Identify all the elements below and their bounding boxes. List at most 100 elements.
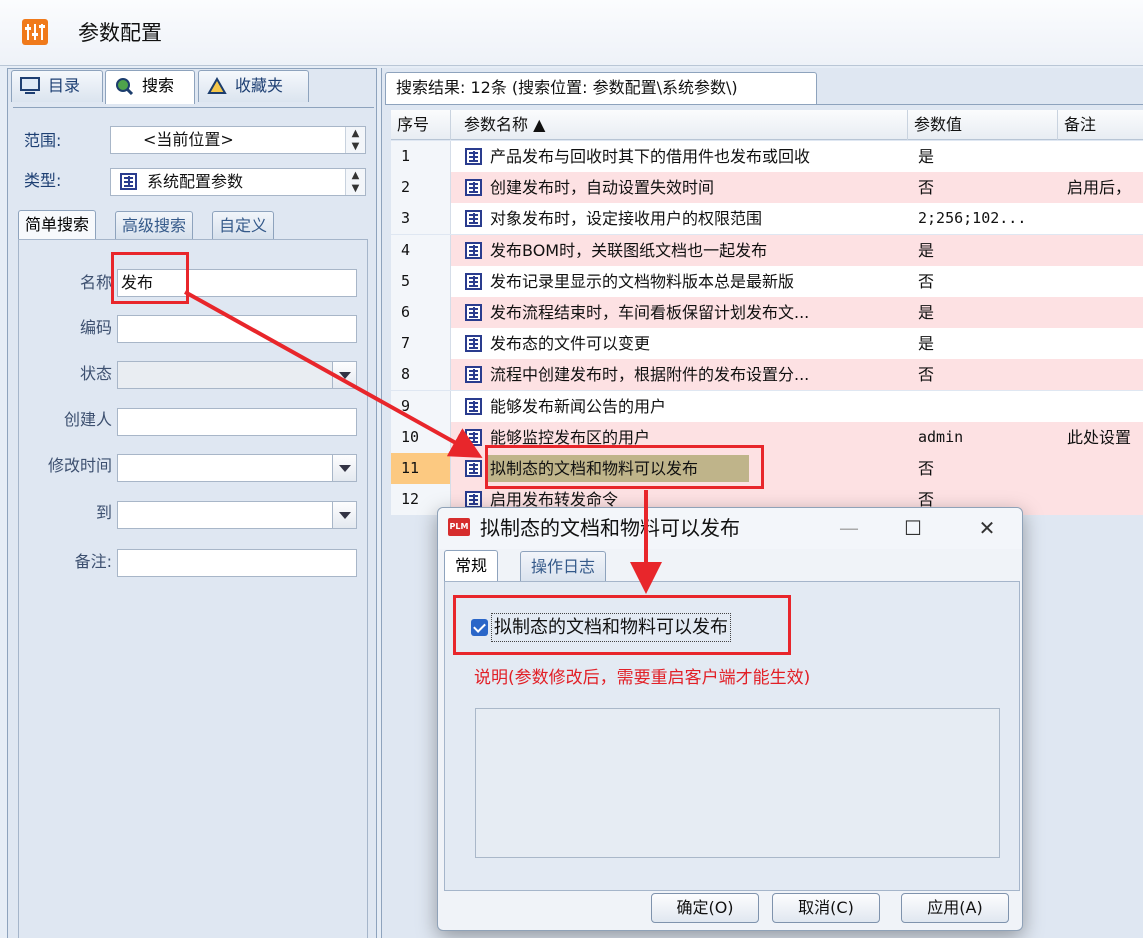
- row-note: 此处设置: [1067, 427, 1132, 447]
- spinner-icon[interactable]: ▲ ▼: [345, 127, 365, 153]
- tab-search-results[interactable]: 搜索结果: 12条 (搜索位置: 参数配置\系统参数\): [385, 72, 817, 104]
- highlight-name-input: [111, 252, 189, 304]
- table-row[interactable]: 8 流程中创建发布时，根据附件的发布设置分... 否: [391, 359, 1143, 391]
- table-row[interactable]: 7 发布态的文件可以变更 是: [391, 328, 1143, 360]
- row-value: 2;256;102...: [918, 209, 1027, 228]
- row-seq: 5: [391, 265, 451, 297]
- row-note: [1061, 141, 1143, 172]
- remark-input[interactable]: [117, 549, 357, 577]
- row-seq: 2: [391, 172, 451, 204]
- status-select[interactable]: [117, 361, 357, 389]
- column-header-name[interactable]: 参数名称 ▲: [458, 110, 908, 140]
- scope-select[interactable]: <当前位置> ▲ ▼: [110, 126, 366, 154]
- type-select[interactable]: 系统配置参数 ▲ ▼: [110, 168, 366, 196]
- grid-icon: [465, 304, 482, 321]
- row-note: [1061, 391, 1143, 422]
- code-input[interactable]: [117, 315, 357, 343]
- to-label: 到: [95, 503, 112, 522]
- grid-icon: [120, 173, 137, 190]
- grid-icon: [465, 428, 482, 446]
- restart-note: 说明(参数修改后，需要重启客户端才能生效): [474, 668, 811, 688]
- tab-advanced-search[interactable]: 高级搜索: [115, 211, 194, 240]
- table-row[interactable]: 4 发布BOM时，关联图纸文档也一起发布 是: [391, 234, 1143, 266]
- row-name: 流程中创建发布时，根据附件的发布设置分...: [490, 365, 810, 385]
- dialog-title: 拟制态的文档和物料可以发布: [480, 516, 740, 540]
- title-bar: [0, 0, 1143, 66]
- chevron-down-icon[interactable]: [332, 455, 356, 481]
- row-note: [1061, 235, 1143, 266]
- row-seq: 3: [391, 203, 451, 235]
- grid-icon: [465, 272, 482, 290]
- row-value: 否: [918, 459, 935, 478]
- table-row[interactable]: 2 创建发布时，自动设置失效时间 否 启用后，: [391, 172, 1143, 204]
- table-row[interactable]: 5 发布记录里显示的文档物料版本总是最新版 否: [391, 265, 1143, 297]
- apply-button[interactable]: 应用(A): [901, 893, 1009, 923]
- row-name: 产品发布与回收时其下的借用件也发布或回收: [490, 147, 811, 166]
- row-value: 否: [918, 365, 935, 385]
- tab-search[interactable]: 搜索: [105, 70, 195, 104]
- table-row[interactable]: 1 产品发布与回收时其下的借用件也发布或回收 是: [391, 141, 1143, 172]
- plm-logo-icon: PLM: [448, 518, 470, 536]
- row-seq: 9: [391, 390, 451, 422]
- column-header-seq[interactable]: 序号: [391, 110, 451, 140]
- row-name: 发布BOM时，关联图纸文档也一起发布: [490, 240, 768, 260]
- creator-input[interactable]: [117, 408, 357, 436]
- row-value: 否: [918, 178, 935, 198]
- modified-to-select[interactable]: [117, 501, 357, 529]
- row-note: [1061, 484, 1143, 515]
- ok-button[interactable]: 确定(O): [651, 893, 759, 923]
- tab-simple-search[interactable]: 简单搜索: [18, 210, 97, 241]
- tab-favorites[interactable]: 收藏夹: [198, 70, 309, 102]
- grid-icon: [465, 460, 482, 477]
- grid-icon: [465, 366, 482, 384]
- minimize-icon[interactable]: —: [834, 514, 864, 542]
- name-label: 名称: [79, 273, 112, 292]
- highlight-result-row: [485, 445, 764, 489]
- status-label: 状态: [79, 364, 112, 383]
- tab-custom[interactable]: 自定义: [212, 211, 275, 240]
- grid-icon: [465, 148, 482, 165]
- tab-operation-log[interactable]: 操作日志: [520, 551, 607, 582]
- row-seq: 8: [391, 359, 451, 391]
- table-header: 序号 参数名称 ▲ 参数值 备注: [391, 110, 1143, 140]
- highlight-checkbox: [453, 595, 791, 655]
- remark-label: 备注:: [74, 552, 112, 571]
- row-note: [1061, 203, 1143, 234]
- chevron-down-icon[interactable]: [332, 502, 356, 528]
- app-title: 参数配置: [78, 21, 162, 45]
- row-note: [1061, 453, 1143, 484]
- maximize-icon[interactable]: ☐: [898, 514, 928, 542]
- type-label: 类型:: [24, 171, 62, 190]
- row-name: 对象发布时，设定接收用户的权限范围: [490, 209, 763, 229]
- grid-icon: [465, 335, 482, 353]
- row-name: 能够监控发布区的用户: [490, 427, 651, 447]
- chevron-down-icon[interactable]: [332, 362, 356, 388]
- code-label: 编码: [79, 318, 112, 337]
- row-name: 创建发布时，自动设置失效时间: [490, 178, 715, 198]
- equalizer-icon: [22, 19, 48, 45]
- column-header-value[interactable]: 参数值: [908, 110, 1058, 140]
- tab-general[interactable]: 常规: [444, 550, 499, 583]
- search-icon: [116, 78, 134, 95]
- row-value: 是: [918, 334, 935, 354]
- grid-icon: [465, 491, 482, 509]
- spinner-icon[interactable]: ▲ ▼: [345, 169, 365, 195]
- close-icon[interactable]: ✕: [972, 514, 1002, 542]
- tab-catalog[interactable]: 目录: [11, 70, 103, 102]
- table-row[interactable]: 3 对象发布时，设定接收用户的权限范围 2;256;102...: [391, 203, 1143, 235]
- row-value: 否: [918, 271, 935, 291]
- column-header-note[interactable]: 备注: [1058, 110, 1143, 140]
- favorites-icon: [207, 77, 227, 94]
- row-name: 发布态的文件可以变更: [490, 334, 651, 354]
- row-value: 是: [918, 303, 935, 322]
- table-row[interactable]: 6 发布流程结束时，车间看板保留计划发布文... 是: [391, 297, 1143, 328]
- row-value: [918, 391, 1058, 422]
- cancel-button[interactable]: 取消(C): [772, 893, 880, 923]
- row-value: 是: [918, 147, 935, 166]
- row-value: admin: [918, 427, 964, 446]
- modified-from-select[interactable]: [117, 454, 357, 482]
- row-seq: 10: [391, 421, 451, 453]
- monitor-icon: [20, 77, 40, 94]
- table-row[interactable]: 9 能够发布新闻公告的用户: [391, 390, 1143, 422]
- description-textarea[interactable]: [475, 708, 1000, 858]
